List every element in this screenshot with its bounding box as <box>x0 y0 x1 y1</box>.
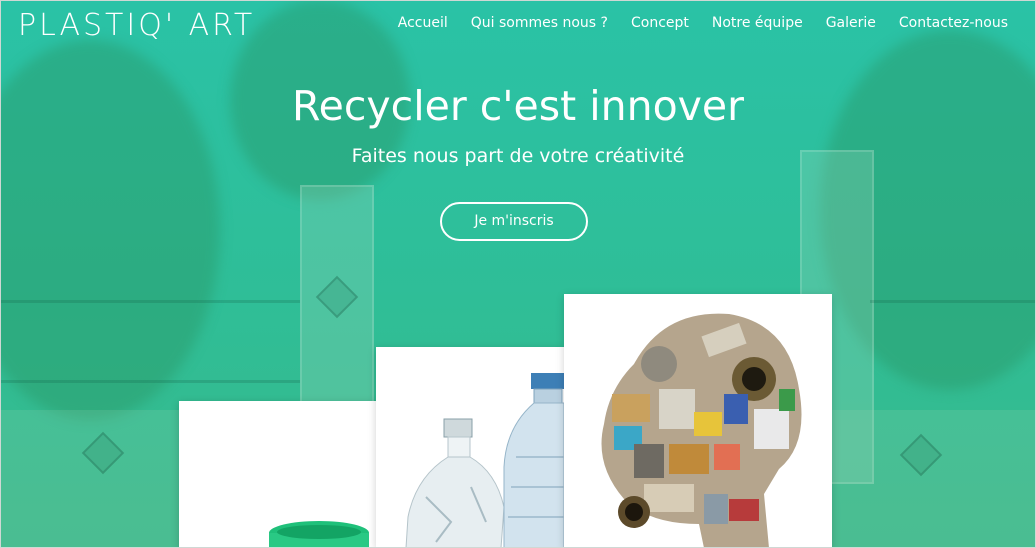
signup-button[interactable]: Je m'inscris <box>440 202 588 241</box>
gallery-card-bottles[interactable] <box>376 347 564 548</box>
gallery-card-bucket[interactable] <box>179 401 377 548</box>
plastic-bottles-icon <box>405 373 564 548</box>
nav-item-notre-equipe[interactable]: Notre équipe <box>712 15 803 31</box>
background-gate <box>870 300 1036 303</box>
green-bucket-icon <box>269 521 369 548</box>
site-logo[interactable]: PLASTIQ' ART <box>18 8 255 43</box>
nav-item-qui-sommes-nous[interactable]: Qui sommes nous ? <box>471 15 608 31</box>
recycled-waste-head-icon <box>601 313 802 548</box>
hero-title: Recycler c'est innover <box>291 82 745 130</box>
gallery-card-waste-head[interactable] <box>564 294 832 548</box>
nav-item-contactez-nous[interactable]: Contactez-nous <box>899 15 1008 31</box>
background-gate <box>0 300 300 303</box>
nav-item-accueil[interactable]: Accueil <box>398 15 448 31</box>
nav-item-galerie[interactable]: Galerie <box>826 15 876 31</box>
main-nav: Accueil Qui sommes nous ? Concept Notre … <box>398 15 1008 31</box>
hero-subtitle: Faites nous part de votre créativité <box>351 145 685 167</box>
background-gate <box>0 380 300 383</box>
nav-item-concept[interactable]: Concept <box>631 15 689 31</box>
hero-section: PLASTIQ' ART Accueil Qui sommes nous ? C… <box>0 0 1036 548</box>
